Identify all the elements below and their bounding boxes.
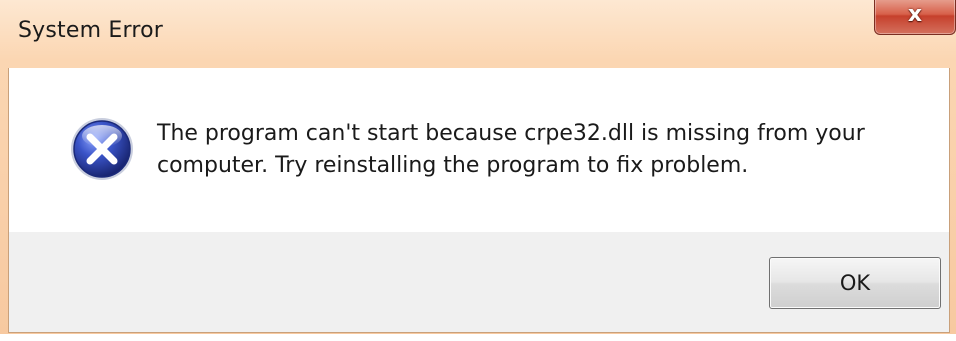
ok-button[interactable]: OK <box>769 257 941 309</box>
dialog-footer: OK <box>8 232 950 333</box>
close-icon: x <box>907 2 923 27</box>
error-message: The program can't start because crpe32.d… <box>157 121 865 178</box>
dialog-frame: System Error x The program can't start b… <box>0 0 956 334</box>
error-x-icon <box>71 118 133 180</box>
error-dialog: System Error x The program can't start b… <box>0 0 956 341</box>
dialog-title: System Error <box>18 18 164 43</box>
dialog-content: The program can't start because crpe32.d… <box>8 68 950 232</box>
close-button[interactable]: x <box>874 0 956 35</box>
